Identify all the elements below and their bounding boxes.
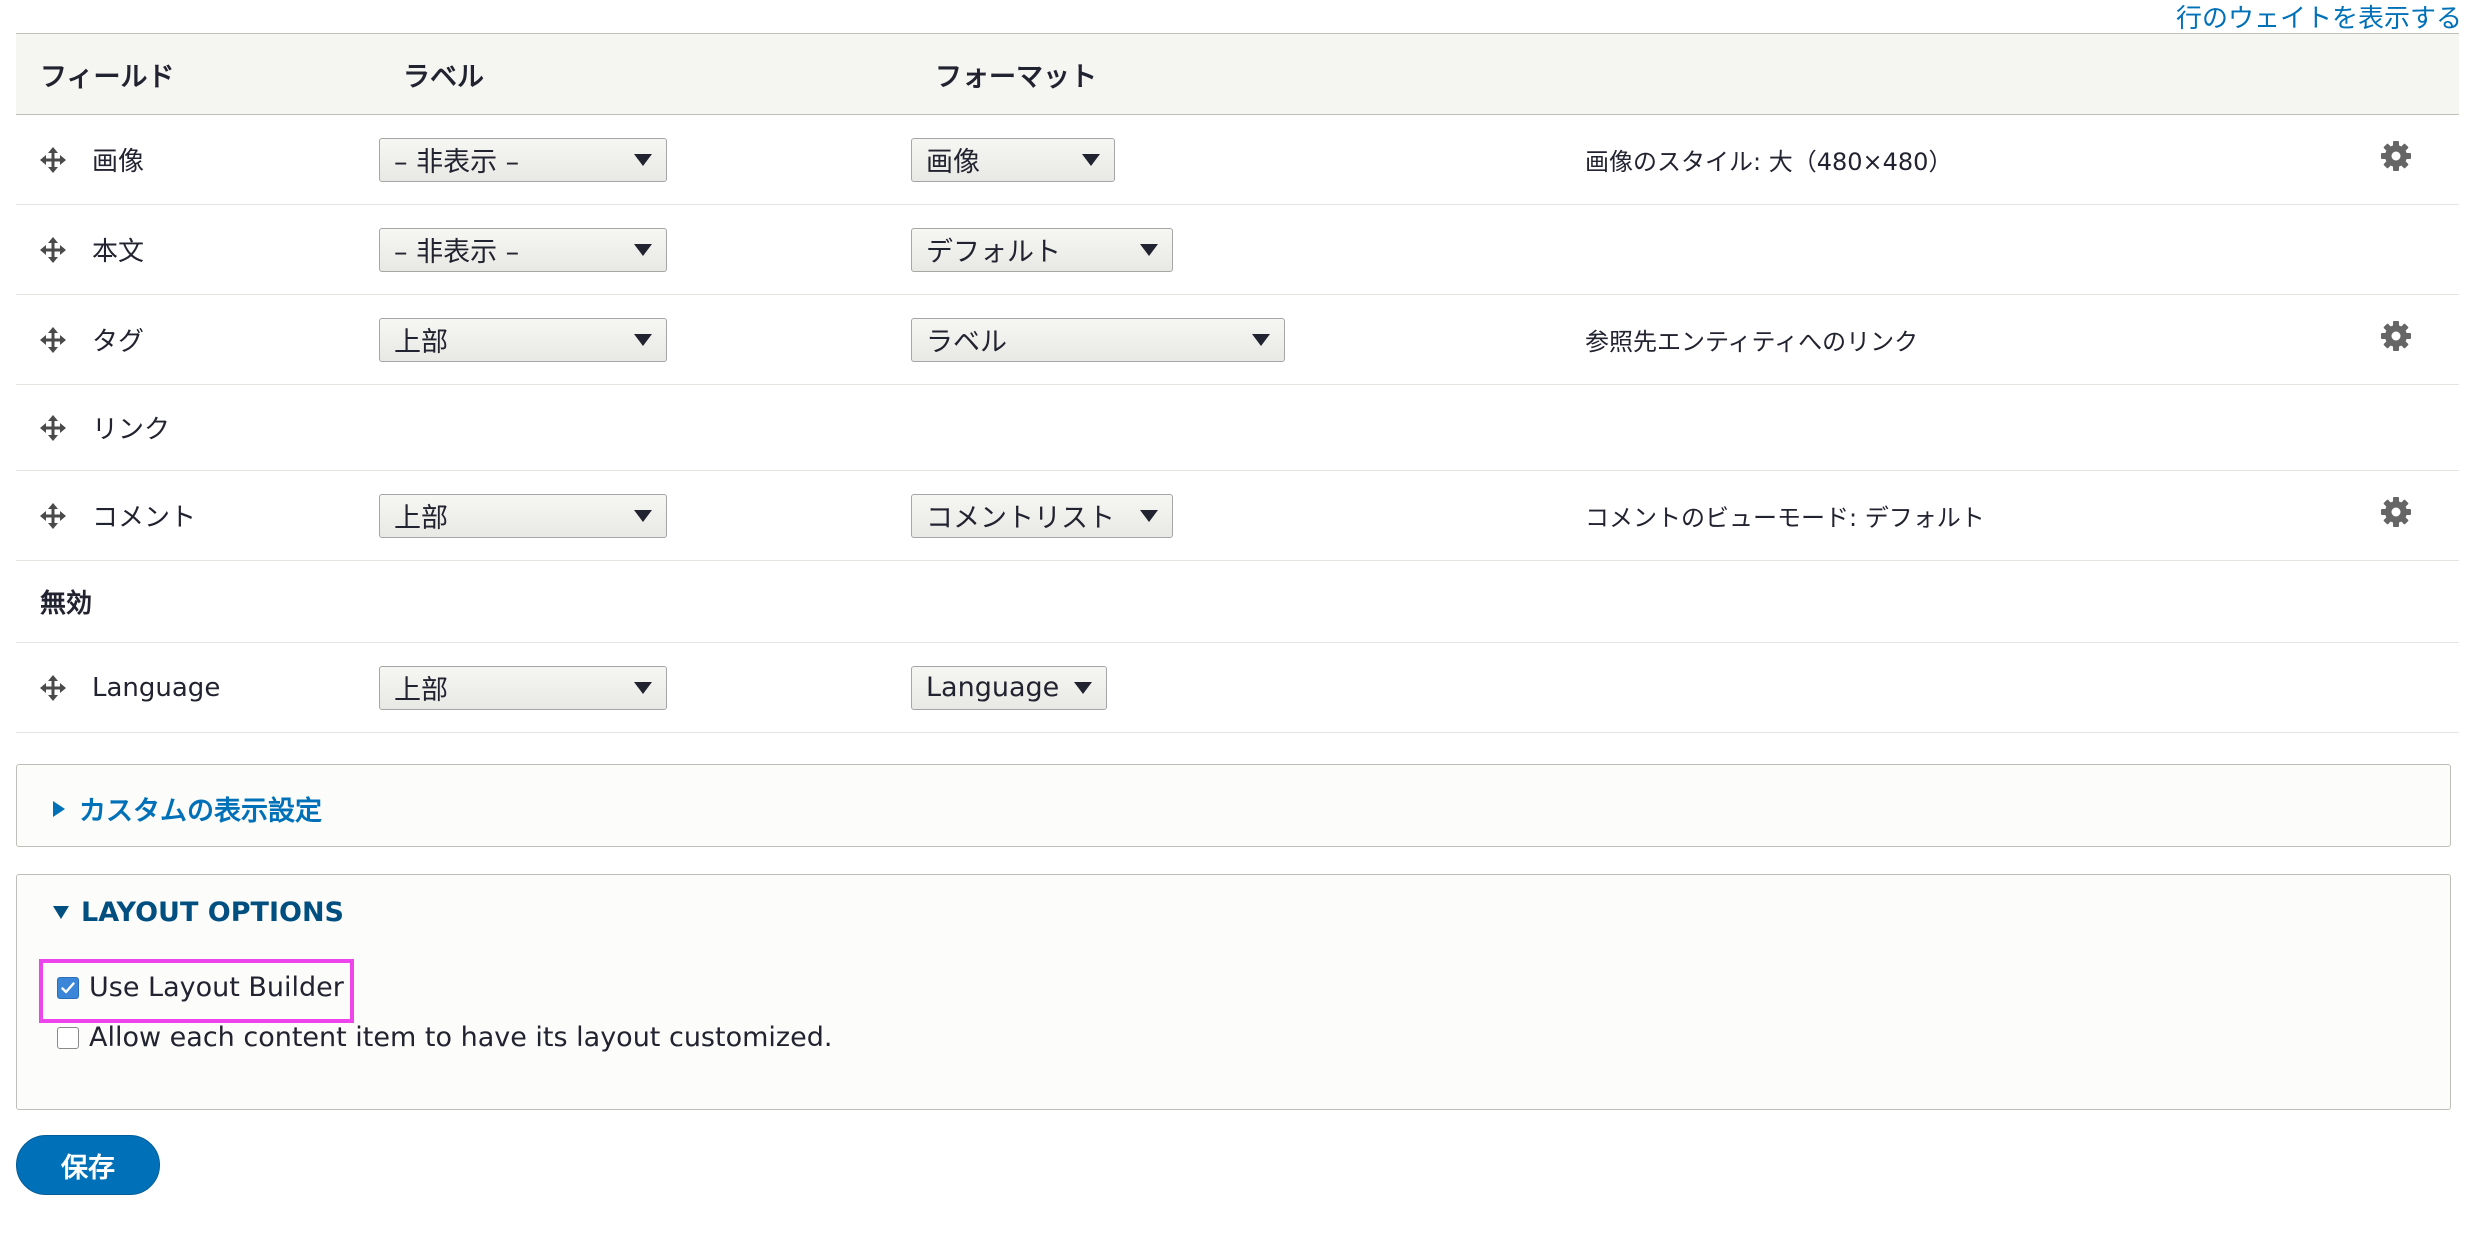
format-summary: 画像のスタイル: 大（480×480） xyxy=(1585,148,1953,176)
column-header-label: ラベル xyxy=(379,33,911,115)
column-header-field: フィールド xyxy=(16,33,379,115)
column-header-format: フォーマット xyxy=(911,33,1583,115)
field-display-table: フィールド ラベル フォーマット 画像 – 非表示 – 画像 画像のスタイル: … xyxy=(16,33,2459,733)
table-row: コメント 上部 コメントリスト コメントのビューモード: デフォルト xyxy=(16,470,2459,561)
checkmark-icon xyxy=(61,981,75,993)
label-select[interactable]: – 非表示 – xyxy=(379,227,667,272)
table-row: 画像 – 非表示 – 画像 画像のスタイル: 大（480×480） xyxy=(16,114,2459,205)
allow-custom-layout-label: Allow each content item to have its layo… xyxy=(89,1022,833,1053)
format-select[interactable]: Language xyxy=(911,665,1107,710)
gear-icon[interactable] xyxy=(2379,495,2413,529)
use-layout-builder-label: Use Layout Builder xyxy=(89,972,344,1003)
chevron-down-icon xyxy=(1140,243,1158,256)
chevron-down-icon xyxy=(1074,681,1092,694)
allow-custom-layout-checkbox[interactable] xyxy=(57,1026,79,1049)
caret-down-icon xyxy=(53,906,69,919)
drag-handle-icon[interactable] xyxy=(38,501,68,531)
label-select[interactable]: – 非表示 – xyxy=(379,137,667,182)
layout-options-toggle[interactable]: LAYOUT OPTIONS xyxy=(53,897,344,928)
chevron-down-icon xyxy=(1082,153,1100,166)
label-select[interactable]: 上部 xyxy=(379,493,667,538)
region-heading-disabled: 無効 xyxy=(16,560,2459,643)
drag-handle-icon[interactable] xyxy=(38,325,68,355)
chevron-down-icon xyxy=(634,153,652,166)
region-title: 無効 xyxy=(16,560,2459,643)
label-select[interactable]: 上部 xyxy=(379,665,667,710)
chevron-down-icon xyxy=(634,243,652,256)
chevron-down-icon xyxy=(1140,509,1158,522)
save-button[interactable]: 保存 xyxy=(16,1135,160,1195)
field-name: Language xyxy=(92,672,221,703)
field-name: 本文 xyxy=(92,237,145,267)
allow-custom-layout-option[interactable]: Allow each content item to have its layo… xyxy=(57,1022,832,1053)
caret-right-icon xyxy=(53,800,65,817)
custom-display-settings-details: カスタムの表示設定 xyxy=(16,764,2451,847)
drag-handle-icon[interactable] xyxy=(38,673,68,703)
table-row: タグ 上部 ラベル 参照先エンティティへのリンク xyxy=(16,294,2459,385)
table-row: リンク xyxy=(16,384,2459,471)
use-layout-builder-checkbox[interactable] xyxy=(57,976,79,999)
table-row: Language 上部 Language xyxy=(16,642,2459,733)
table-row: 本文 – 非表示 – デフォルト xyxy=(16,204,2459,295)
field-name: タグ xyxy=(92,327,145,357)
gear-icon[interactable] xyxy=(2379,319,2413,353)
use-layout-builder-option[interactable]: Use Layout Builder xyxy=(57,972,344,1003)
format-summary: 参照先エンティティへのリンク xyxy=(1585,328,1919,356)
label-select[interactable]: 上部 xyxy=(379,317,667,362)
drag-handle-icon[interactable] xyxy=(38,235,68,265)
layout-options-details: LAYOUT OPTIONS Use Layout Builder Allow … xyxy=(16,874,2451,1110)
gear-icon[interactable] xyxy=(2379,139,2413,173)
drag-handle-icon[interactable] xyxy=(38,145,68,175)
format-select[interactable]: コメントリスト xyxy=(911,493,1173,538)
format-select[interactable]: 画像 xyxy=(911,137,1115,182)
field-name: コメント xyxy=(92,503,197,533)
format-summary: コメントのビューモード: デフォルト xyxy=(1585,504,1985,532)
custom-display-settings-toggle[interactable]: カスタムの表示設定 xyxy=(53,789,322,828)
chevron-down-icon xyxy=(634,333,652,346)
drag-handle-icon[interactable] xyxy=(38,413,68,443)
format-select[interactable]: デフォルト xyxy=(911,227,1173,272)
show-row-weights-link[interactable]: 行のウェイトを表示する xyxy=(2176,0,2462,35)
field-name: リンク xyxy=(92,415,171,445)
field-name: 画像 xyxy=(92,147,145,177)
chevron-down-icon xyxy=(1252,333,1270,346)
chevron-down-icon xyxy=(634,681,652,694)
chevron-down-icon xyxy=(634,509,652,522)
format-select[interactable]: ラベル xyxy=(911,317,1285,362)
